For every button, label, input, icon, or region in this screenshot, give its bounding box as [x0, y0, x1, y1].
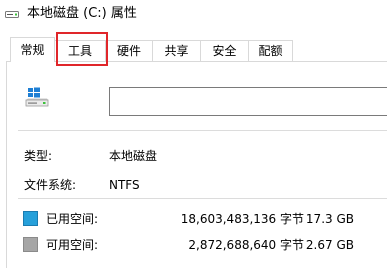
title-bar[interactable]: 本地磁盘 (C:) 属性 — [0, 0, 387, 30]
type-value: 本地磁盘 — [109, 149, 158, 163]
divider — [18, 130, 387, 131]
windows-drive-icon — [25, 86, 49, 110]
tab-hardware[interactable]: 硬件 — [106, 40, 153, 61]
divider — [18, 198, 387, 199]
free-space-swatch — [23, 237, 38, 252]
tab-sharing[interactable]: 共享 — [153, 40, 201, 61]
free-space-bytes: 2,872,688,640 字节 — [188, 238, 304, 252]
window-title: 本地磁盘 (C:) 属性 — [27, 6, 137, 21]
volume-name-input[interactable] — [109, 87, 387, 116]
used-space-size: 17.3 GB — [305, 212, 354, 226]
tab-general[interactable]: 常规 — [10, 37, 55, 62]
used-space-swatch — [23, 211, 38, 226]
tab-tools-highlight-box — [56, 32, 108, 66]
drive-icon — [5, 8, 19, 18]
used-space-label: 已用空间: — [46, 212, 99, 226]
drive-properties-window: 本地磁盘 (C:) 属性 常规 工具 硬件 共享 安全 配额 类型: 本地磁盘 … — [0, 0, 387, 268]
free-space-label: 可用空间: — [46, 238, 99, 252]
type-label: 类型: — [24, 149, 53, 163]
filesystem-value: NTFS — [109, 178, 140, 192]
tab-quota[interactable]: 配额 — [249, 40, 293, 61]
used-space-bytes: 18,603,483,136 字节 — [180, 212, 304, 226]
tab-security[interactable]: 安全 — [201, 40, 249, 61]
filesystem-label: 文件系统: — [24, 178, 77, 192]
free-space-size: 2.67 GB — [305, 238, 354, 252]
